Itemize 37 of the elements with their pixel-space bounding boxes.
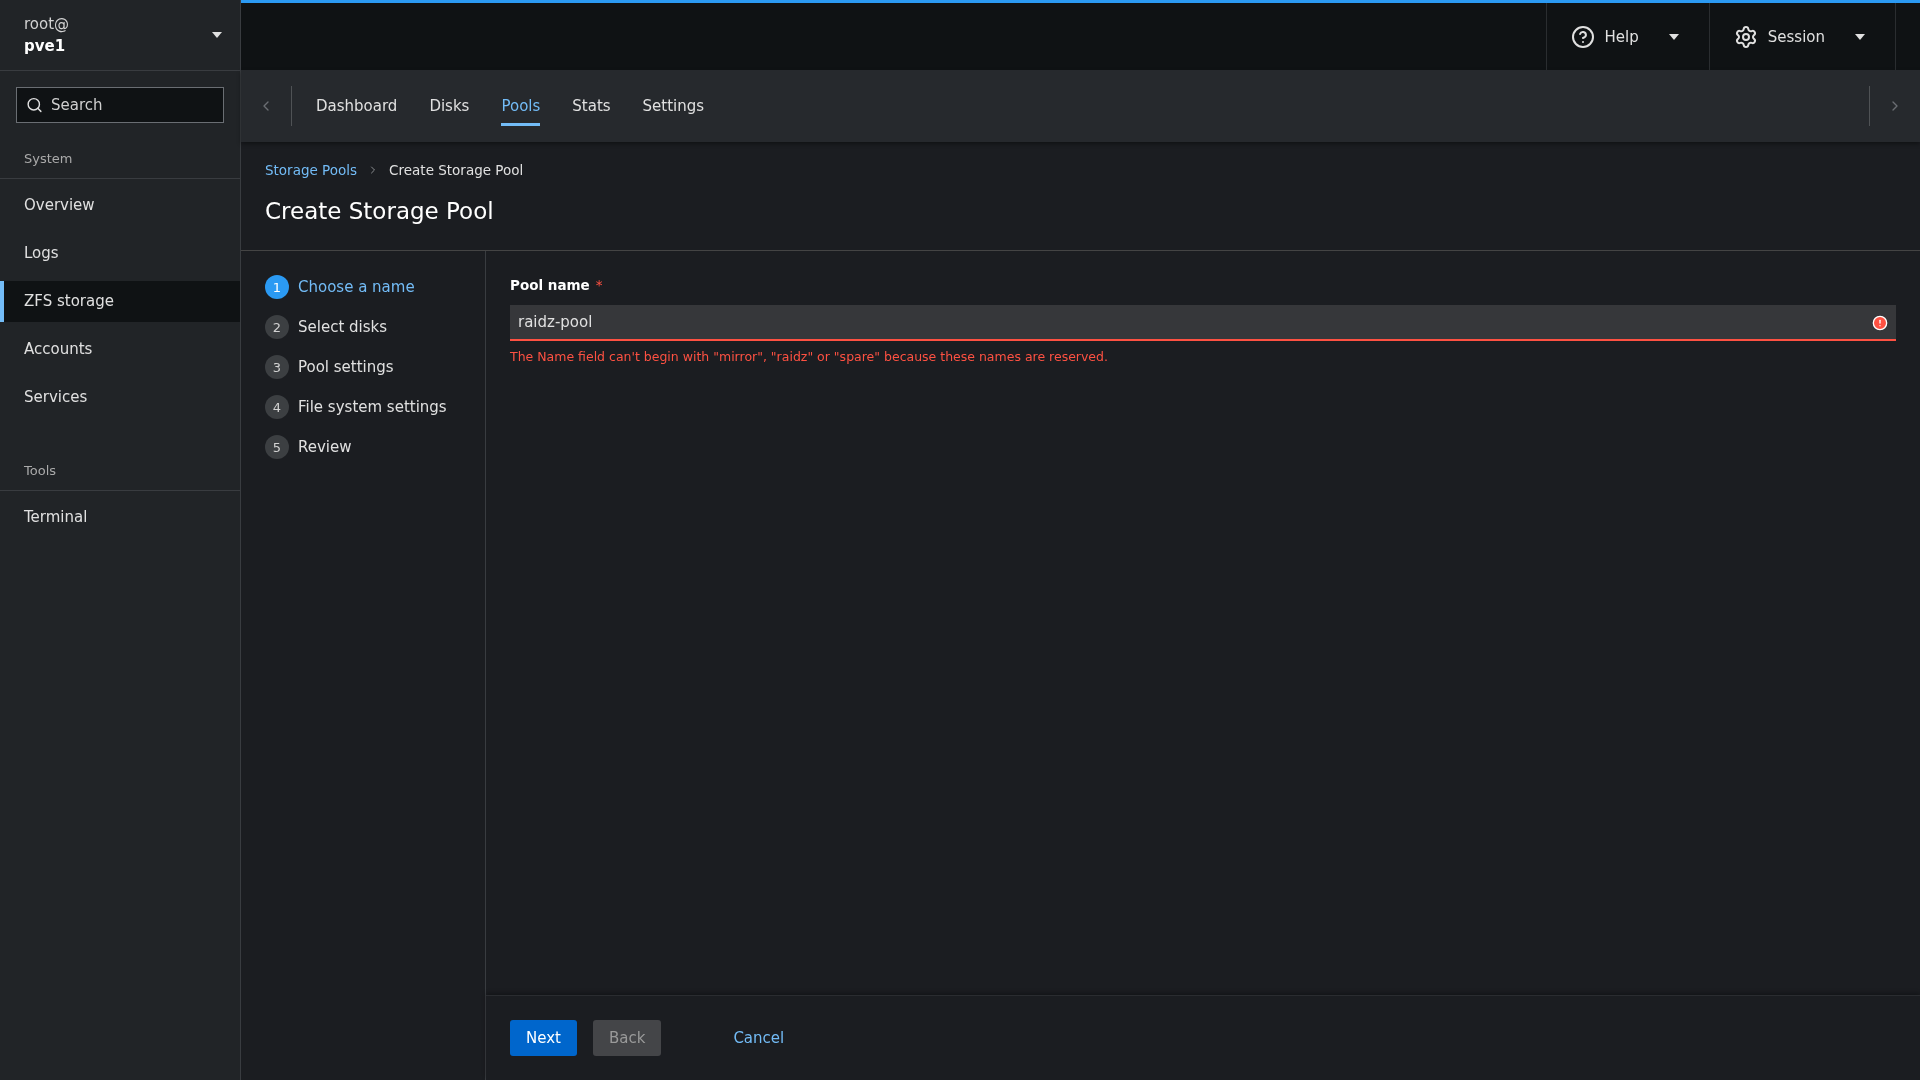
nav-section-title: Tools — [23, 462, 58, 480]
page-title: Create Storage Pool — [265, 198, 495, 224]
host-name: pve1 — [24, 37, 67, 55]
search-field[interactable]: Search — [16, 87, 224, 123]
nav-item[interactable]: Accounts — [0, 329, 240, 370]
tab[interactable]: Stats — [556, 70, 627, 142]
nav-item[interactable]: Terminal — [0, 497, 240, 538]
pool-name-field[interactable]: raidz-pool — [510, 305, 1896, 341]
nav-item[interactable]: Services — [0, 377, 240, 418]
breadcrumb-link[interactable]: Storage Pools — [265, 162, 358, 178]
tab[interactable]: Dashboard — [300, 70, 414, 142]
cancel-link[interactable]: Cancel — [717, 1020, 801, 1056]
help-icon — [1570, 24, 1595, 49]
nav-section-title: System — [23, 150, 74, 168]
nav-item[interactable]: Logs — [0, 233, 240, 274]
field-label: Pool name — [510, 277, 590, 293]
host-user: root@ — [24, 15, 70, 33]
caret-icon — [1855, 33, 1865, 40]
tab[interactable]: Disks — [413, 70, 486, 142]
tab[interactable]: Pools — [485, 70, 557, 142]
required-mark: * — [595, 277, 603, 293]
search-icon — [26, 96, 43, 114]
wizard-step[interactable]: 3 Pool settings — [265, 355, 394, 379]
next-button[interactable]: Next — [510, 1020, 577, 1056]
caret-icon — [212, 32, 222, 38]
error-icon — [1872, 315, 1888, 331]
current-page-label: Create Storage Pool — [389, 162, 524, 178]
tab[interactable]: Settings — [626, 70, 721, 142]
settings-icon — [1733, 24, 1758, 49]
wizard-step[interactable]: 2 Select disks — [265, 315, 388, 339]
error-message: The Name field can't begin with "mirror", "raidz" or "spare" because these names are reserved. — [510, 349, 1109, 364]
wizard-step[interactable]: 1 Choose a name — [265, 275, 415, 299]
wizard-step[interactable]: 5 Review — [265, 435, 352, 459]
wizard-step[interactable]: 4 File system settings — [265, 395, 447, 419]
nav-item[interactable]: Overview — [0, 185, 240, 226]
caret-icon — [1668, 33, 1679, 40]
nav-item[interactable]: ZFS storage — [0, 281, 240, 322]
